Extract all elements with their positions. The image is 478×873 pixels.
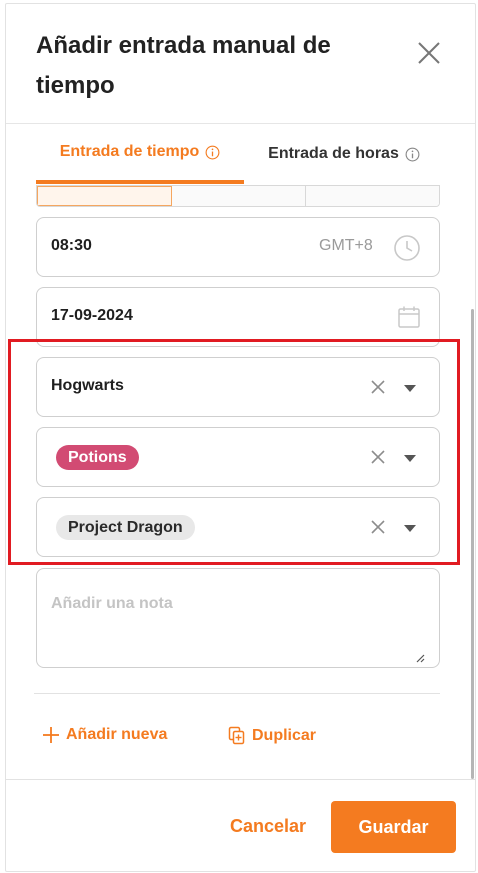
manual-time-entry-dialog: Añadir entrada manual de tiempo Entrada …: [5, 3, 476, 872]
mode-segment-bar: [36, 185, 440, 207]
divider: [34, 693, 440, 694]
clear-icon[interactable]: [371, 520, 385, 534]
segment-option[interactable]: [172, 186, 306, 206]
start-time-value: 08:30: [51, 237, 92, 254]
task-tag: Potions: [56, 445, 139, 470]
note-input[interactable]: [37, 569, 439, 667]
duplicate-label: Duplicar: [252, 727, 317, 744]
segment-option[interactable]: [37, 186, 172, 206]
info-icon: [205, 145, 220, 159]
chevron-down-icon[interactable]: [404, 525, 416, 532]
dialog-header: Añadir entrada manual de tiempo: [6, 4, 475, 124]
start-time-field[interactable]: 08:30 GMT+8: [36, 217, 440, 277]
scrollbar[interactable]: [471, 309, 474, 779]
tab-hours-entry[interactable]: Entrada de horas: [254, 124, 434, 184]
chevron-down-icon[interactable]: [404, 385, 416, 392]
tab-label: Entrada de tiempo: [59, 143, 200, 160]
add-new-button[interactable]: Añadir nueva: [42, 726, 167, 744]
cancel-button[interactable]: Cancelar: [230, 816, 306, 837]
date-field[interactable]: 17-09-2024: [36, 287, 440, 347]
date-value: 17-09-2024: [51, 307, 133, 324]
project-select[interactable]: Hogwarts: [36, 357, 440, 417]
add-new-label: Añadir nueva: [66, 726, 168, 743]
duplicate-button[interactable]: Duplicar: [228, 726, 316, 746]
duplicate-icon: [228, 726, 245, 745]
tag-select[interactable]: Project Dragon: [36, 497, 440, 557]
calendar-icon[interactable]: [397, 305, 421, 329]
info-icon: [405, 147, 420, 161]
note-field: [36, 568, 440, 668]
tab-time-entry[interactable]: Entrada de tiempo: [36, 124, 244, 184]
timezone-label: GMT+8: [319, 237, 373, 254]
resize-handle-icon[interactable]: [415, 653, 425, 663]
dialog-title: Añadir entrada manual de tiempo: [36, 32, 331, 99]
segment-option[interactable]: [306, 186, 439, 206]
plus-icon: [43, 727, 59, 743]
task-select[interactable]: Potions: [36, 427, 440, 487]
clock-icon[interactable]: [393, 234, 421, 262]
clear-icon[interactable]: [371, 450, 385, 464]
tab-label: Entrada de horas: [268, 145, 399, 162]
chevron-down-icon[interactable]: [404, 455, 416, 462]
entry-type-tabs: Entrada de tiempo Entrada de horas: [6, 124, 475, 186]
footer-divider: [6, 779, 475, 780]
close-icon[interactable]: [416, 40, 442, 66]
project-tag: Project Dragon: [56, 515, 195, 540]
save-button[interactable]: Guardar: [331, 801, 456, 853]
clear-icon[interactable]: [371, 380, 385, 394]
project-value: Hogwarts: [51, 377, 124, 394]
